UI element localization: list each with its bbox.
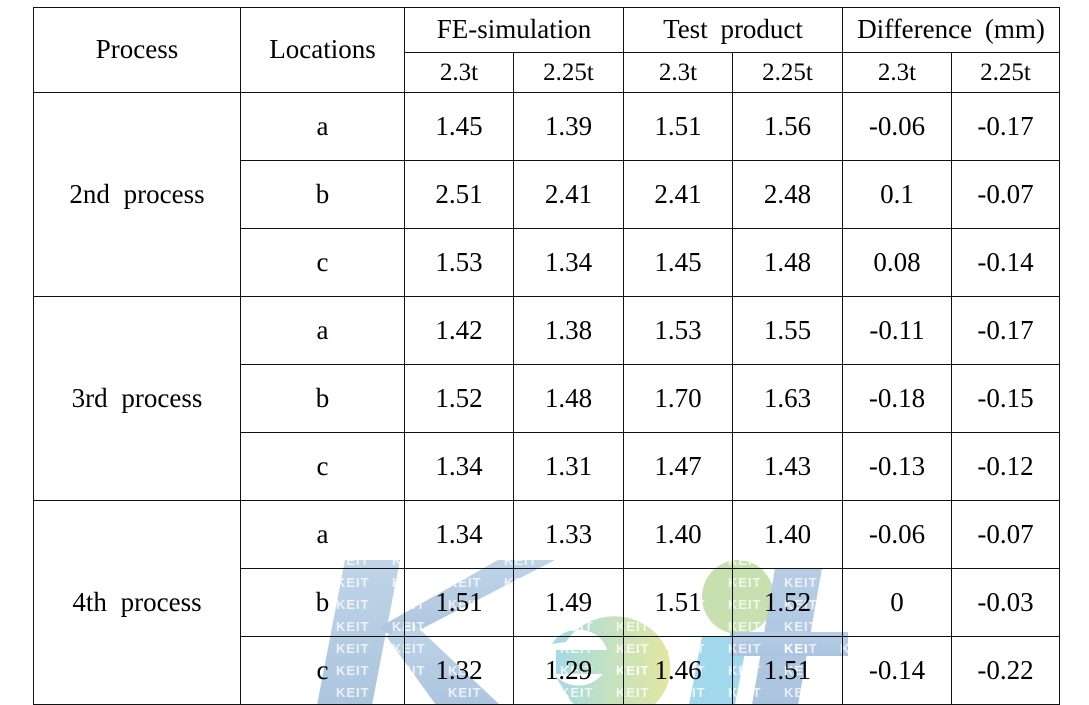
table-row: 3rd process a 1.42 1.38 1.53 1.55 -0.11 … — [33, 296, 1061, 501]
cell-diff-2-25t: -0.12 — [951, 432, 1061, 501]
cell-diff-2-3t: -0.11 — [842, 296, 953, 365]
cell-test-2-25t: 1.63 — [731, 364, 844, 433]
page-root: KEIT — [0, 0, 1089, 705]
cell-fe-2-3t: 1.32 — [404, 636, 514, 705]
cell-fe-2-25t: 1.38 — [513, 296, 624, 365]
subheader-diff-2-3t: 2.3t — [842, 52, 953, 93]
cell-test-2-3t: 1.70 — [623, 364, 733, 433]
springback-results-table: Process Locations FE-simulation Test pro… — [33, 7, 1061, 705]
cell-fe-2-25t: 1.48 — [513, 364, 624, 433]
cell-diff-2-25t: -0.17 — [951, 92, 1061, 161]
location-cell: a — [240, 92, 405, 161]
cell-fe-2-25t: 1.29 — [513, 636, 624, 705]
cell-test-2-25t: 2.48 — [731, 160, 844, 229]
cell-fe-2-25t: 1.39 — [513, 92, 624, 161]
cell-diff-2-25t: -0.03 — [951, 568, 1061, 637]
cell-diff-2-3t: 0.08 — [842, 228, 953, 297]
cell-fe-2-25t: 1.33 — [513, 500, 624, 569]
cell-test-2-3t: 1.51 — [623, 92, 733, 161]
subheader-test-2-25t: 2.25t — [731, 52, 844, 93]
process-label-cell: 2nd process — [33, 92, 241, 297]
cell-test-2-25t: 1.51 — [731, 636, 844, 705]
cell-diff-2-25t: -0.14 — [951, 228, 1061, 297]
cell-diff-2-3t: 0.1 — [842, 160, 953, 229]
cell-diff-2-25t: -0.15 — [951, 364, 1061, 433]
cell-fe-2-3t: 1.34 — [404, 500, 514, 569]
cell-diff-2-25t: -0.07 — [951, 500, 1061, 569]
table-row: 2nd process a 1.45 1.39 1.51 1.56 -0.06 … — [33, 92, 1061, 297]
cell-fe-2-3t: 1.34 — [404, 432, 514, 501]
location-cell: c — [240, 432, 405, 501]
column-header-difference: Difference (mm) — [842, 7, 1061, 53]
cell-fe-2-3t: 1.51 — [404, 568, 514, 637]
cell-test-2-25t: 1.55 — [731, 296, 844, 365]
cell-diff-2-3t: -0.18 — [842, 364, 953, 433]
location-cell: b — [240, 568, 405, 637]
cell-diff-2-25t: -0.22 — [951, 636, 1061, 705]
column-header-fe-simulation: FE-simulation — [404, 7, 624, 53]
table-row: 4th process a 1.34 1.33 1.40 1.40 -0.06 … — [33, 500, 1061, 705]
cell-fe-2-25t: 2.41 — [513, 160, 624, 229]
location-cell: a — [240, 296, 405, 365]
cell-diff-2-25t: -0.07 — [951, 160, 1061, 229]
cell-diff-2-3t: -0.06 — [842, 500, 953, 569]
cell-test-2-3t: 1.40 — [623, 500, 733, 569]
cell-fe-2-25t: 1.34 — [513, 228, 624, 297]
cell-test-2-3t: 1.51 — [623, 568, 733, 637]
location-cell: c — [240, 636, 405, 705]
cell-test-2-25t: 1.40 — [731, 500, 844, 569]
location-cell: b — [240, 364, 405, 433]
cell-test-2-25t: 1.48 — [731, 228, 844, 297]
subheader-fe-2-3t: 2.3t — [404, 52, 514, 93]
location-cell: a — [240, 500, 405, 569]
location-cell: b — [240, 160, 405, 229]
subheader-diff-2-25t: 2.25t — [951, 52, 1061, 93]
cell-diff-2-3t: -0.13 — [842, 432, 953, 501]
cell-test-2-25t: 1.56 — [731, 92, 844, 161]
cell-test-2-3t: 1.53 — [623, 296, 733, 365]
column-header-process: Process — [33, 7, 241, 93]
cell-test-2-25t: 1.43 — [731, 432, 844, 501]
cell-diff-2-25t: -0.17 — [951, 296, 1061, 365]
column-header-locations: Locations — [240, 7, 405, 93]
cell-test-2-3t: 1.45 — [623, 228, 733, 297]
cell-test-2-3t: 1.46 — [623, 636, 733, 705]
cell-test-2-3t: 2.41 — [623, 160, 733, 229]
cell-fe-2-25t: 1.49 — [513, 568, 624, 637]
table-header: Process Locations FE-simulation Test pro… — [33, 7, 1061, 93]
column-header-test-product: Test product — [622, 7, 844, 53]
header-row-top: Process Locations FE-simulation Test pro… — [33, 7, 1061, 93]
subheader-fe-2-25t: 2.25t — [513, 52, 624, 93]
cell-fe-2-3t: 1.52 — [404, 364, 514, 433]
cell-test-2-3t: 1.47 — [623, 432, 733, 501]
cell-diff-2-3t: -0.06 — [842, 92, 953, 161]
process-label-cell: 4th process — [33, 500, 241, 705]
cell-test-2-25t: 1.52 — [731, 568, 844, 637]
results-table-container: Process Locations FE-simulation Test pro… — [33, 7, 1061, 705]
location-cell: c — [240, 228, 405, 297]
cell-fe-2-3t: 1.42 — [404, 296, 514, 365]
cell-fe-2-25t: 1.31 — [513, 432, 624, 501]
cell-diff-2-3t: 0 — [842, 568, 953, 637]
process-label-cell: 3rd process — [33, 296, 241, 501]
subheader-test-2-3t: 2.3t — [623, 52, 733, 93]
cell-fe-2-3t: 2.51 — [404, 160, 514, 229]
cell-fe-2-3t: 1.45 — [404, 92, 514, 161]
cell-diff-2-3t: -0.14 — [842, 636, 953, 705]
cell-fe-2-3t: 1.53 — [404, 228, 514, 297]
table-body: 2nd process a 1.45 1.39 1.51 1.56 -0.06 … — [33, 92, 1061, 705]
